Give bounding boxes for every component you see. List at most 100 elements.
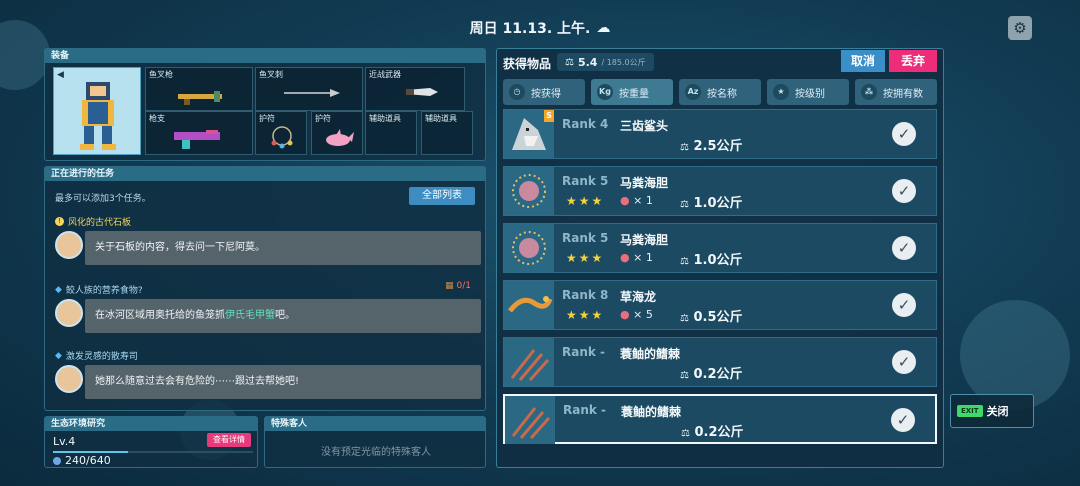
- item-weight: ⚖ 2.5公斤: [680, 139, 743, 154]
- sea-urchin-icon: [504, 167, 554, 215]
- item-stars: ★★★: [566, 194, 605, 208]
- npc-avatar: [55, 365, 83, 393]
- item-stars: ★★★: [566, 308, 605, 322]
- fin-spine-icon: [504, 338, 554, 386]
- sea-dragon-icon: [504, 281, 554, 329]
- slot-support-item-1[interactable]: 辅助道具: [365, 111, 417, 155]
- discard-button[interactable]: 丢弃: [889, 50, 937, 72]
- npc-avatar: [55, 231, 83, 259]
- slot-support-item-2[interactable]: 辅助道具: [421, 111, 473, 155]
- item-weight: ⚖ 1.0公斤: [680, 196, 743, 211]
- item-weight: ⚖ 1.0公斤: [680, 253, 743, 268]
- kg-icon: Kg: [597, 84, 613, 100]
- research-point-icon: [53, 456, 61, 465]
- check-icon[interactable]: ✓: [891, 408, 915, 432]
- item-weight: ⚖ 0.5公斤: [680, 310, 743, 325]
- eco-progress-bar: [53, 451, 253, 453]
- cancel-button[interactable]: 取消: [841, 50, 885, 72]
- eco-level: Lv.4: [53, 435, 76, 448]
- diamond-icon: ◆: [55, 284, 62, 295]
- slot-charm-2[interactable]: 护符: [311, 111, 363, 155]
- meat-icon: ●: [620, 251, 630, 264]
- item-rank: Rank 8: [562, 288, 609, 302]
- eco-progress-fill: [53, 451, 128, 453]
- weight-icon: ⚖: [680, 313, 689, 324]
- item-row[interactable]: Rank 5 马粪海胆 ★★★ ● × 1 ⚖ 1.0公斤 ✓: [503, 166, 937, 216]
- close-button[interactable]: EXIT 关闭: [950, 394, 1034, 428]
- slot-harpoon-gun[interactable]: 鱼叉枪: [145, 67, 253, 111]
- settings-gear-icon[interactable]: ⚙: [1008, 16, 1032, 40]
- active-tasks-panel: 正在进行的任务 最多可以添加3个任务。 全部列表 ! 风化的古代石板 关于石板的…: [44, 166, 486, 411]
- slot-charm-1[interactable]: 护符: [255, 111, 307, 155]
- highlight-keyword: 伊氏毛甲蟹: [225, 310, 275, 321]
- item-rank: Rank -: [563, 403, 607, 417]
- weight-icon: ⚖: [680, 256, 689, 267]
- guest-empty-text: 没有预定光临的特殊客人: [321, 447, 431, 458]
- item-weight: ⚖ 0.2公斤: [680, 367, 743, 382]
- knife-icon: [406, 88, 438, 96]
- diver-character-icon: [80, 82, 116, 150]
- view-details-button[interactable]: 查看详情: [207, 433, 251, 447]
- task-title: 鲛人族的营养食物?: [65, 286, 143, 296]
- obtained-items-panel: 获得物品 ⚖ 5.4 / 185.0公斤 取消 丢弃 ◷ 按获得 Kg 按重量 …: [496, 48, 944, 468]
- exit-icon: EXIT: [957, 405, 983, 417]
- star-icon: ★: [773, 84, 789, 100]
- task-description: 她那么随意过去会有危险的⋯⋯跟过去帮她吧!: [85, 365, 481, 399]
- sort-tab-name[interactable]: Az 按名称: [679, 79, 761, 105]
- item-quantity: ● × 5: [620, 308, 653, 321]
- task-title: 激发灵感的散寿司: [65, 352, 138, 362]
- tasks-limit-text: 最多可以添加3个任务。: [55, 194, 151, 204]
- check-icon[interactable]: ✓: [892, 293, 916, 317]
- item-name: 马粪海胆: [620, 176, 669, 190]
- item-name: 马粪海胆: [620, 233, 669, 247]
- check-icon[interactable]: ✓: [892, 350, 916, 374]
- diamond-icon: ◆: [55, 350, 62, 361]
- items-title: 获得物品: [503, 57, 552, 71]
- sort-tab-rank[interactable]: ★ 按级别: [767, 79, 849, 105]
- slot-harpoon-spear[interactable]: 鱼叉刺: [255, 67, 363, 111]
- crate-icon: ▦: [445, 281, 454, 291]
- eco-research-panel: 生态环境研究 Lv.4 查看详情 240/640: [44, 416, 258, 468]
- harpoon-spear-icon: [284, 89, 340, 97]
- sort-tab-acquired[interactable]: ◷ 按获得: [503, 79, 585, 105]
- weight-icon: ⚖: [681, 428, 690, 439]
- weight-icon: ⚖: [680, 142, 689, 153]
- check-icon[interactable]: ✓: [892, 122, 916, 146]
- eco-progress-text: 240/640: [65, 454, 111, 467]
- item-rank: Rank -: [562, 345, 606, 359]
- task-item[interactable]: ◆ 鲛人族的营养食物? ▦ 0/1 在冰河区域用奥托给的鱼笼抓伊氏毛甲蟹吧。: [55, 281, 481, 333]
- character-portrait[interactable]: ◀: [53, 67, 141, 155]
- equipment-panel: 装备 ◀ 鱼叉枪 鱼叉刺 近战武器 枪支 护符 护符 辅助道具 辅助道具: [44, 48, 486, 161]
- slot-melee-weapon[interactable]: 近战武器: [365, 67, 465, 111]
- harpoon-gun-icon: [178, 91, 222, 105]
- gun-icon: [174, 130, 220, 149]
- task-description: 在冰河区域用奥托给的鱼笼抓伊氏毛甲蟹吧。: [85, 299, 481, 333]
- check-icon[interactable]: ✓: [892, 179, 916, 203]
- weight-icon: ⚖: [680, 370, 689, 381]
- slot-firearm[interactable]: 枪支: [145, 111, 253, 155]
- task-item[interactable]: ◆ 激发灵感的散寿司 她那么随意过去会有危险的⋯⋯跟过去帮她吧!: [55, 349, 481, 399]
- task-title: 风化的古代石板: [68, 218, 132, 228]
- all-tasks-button[interactable]: 全部列表: [409, 187, 475, 205]
- meat-icon: ●: [620, 308, 630, 321]
- alert-icon: !: [55, 217, 64, 226]
- eco-header: 生态环境研究: [45, 417, 257, 431]
- task-item[interactable]: ! 风化的古代石板 关于石板的内容，得去问一下尼阿莫。: [55, 215, 481, 265]
- guest-header: 特殊客人: [265, 417, 485, 431]
- item-row-selected[interactable]: Rank - 蓑鲉的鳍棘 ⚖ 0.2公斤 ✓: [503, 394, 937, 444]
- task-description: 关于石板的内容，得去问一下尼阿莫。: [85, 231, 481, 265]
- weight-icon: ⚖: [565, 56, 574, 68]
- top-bar: 周日 11.13. 上午. ☁ ⚙: [0, 10, 1080, 46]
- item-row[interactable]: Rank - 蓑鲉的鳍棘 ⚖ 0.2公斤 ✓: [503, 337, 937, 387]
- item-rank: Rank 4: [562, 117, 609, 131]
- item-row[interactable]: S Rank 4 三齿鲨头 ⚖ 2.5公斤 ✓: [503, 109, 937, 159]
- check-icon[interactable]: ✓: [892, 236, 916, 260]
- sort-tab-weight[interactable]: Kg 按重量: [591, 79, 673, 105]
- clock-icon: ◷: [509, 84, 525, 100]
- item-name: 三齿鲨头: [620, 119, 669, 133]
- task-progress-count: 0/1: [456, 281, 471, 291]
- item-row[interactable]: Rank 8 草海龙 ★★★ ● × 5 ⚖ 0.5公斤 ✓: [503, 280, 937, 330]
- item-row[interactable]: Rank 5 马粪海胆 ★★★ ● × 1 ⚖ 1.0公斤 ✓: [503, 223, 937, 273]
- sea-urchin-icon: [504, 224, 554, 272]
- sort-tab-owned[interactable]: ⁂ 按拥有数: [855, 79, 937, 105]
